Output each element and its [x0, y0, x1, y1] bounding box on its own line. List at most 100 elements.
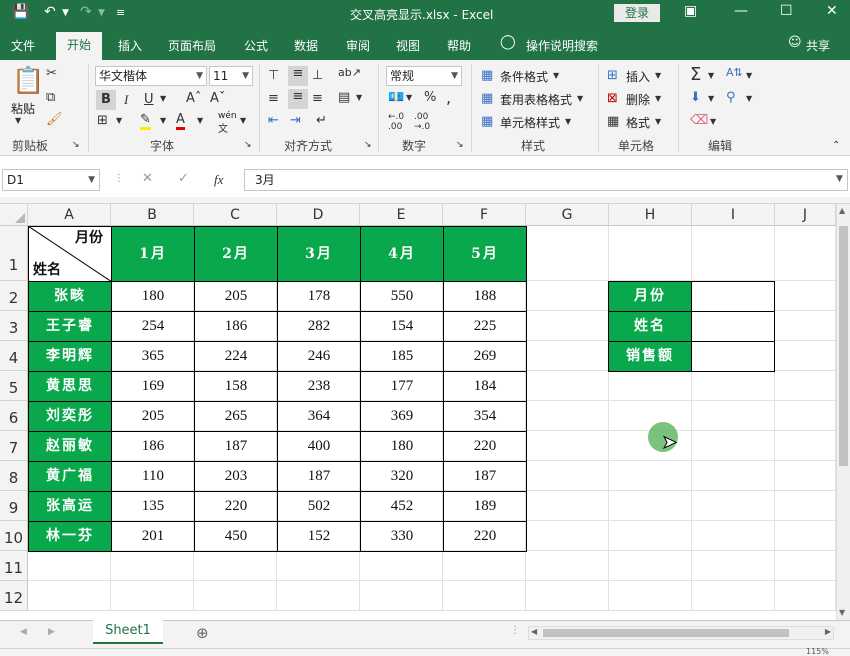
name-cell[interactable]: 赵丽敏 — [28, 431, 112, 462]
grid-cell[interactable] — [526, 491, 609, 521]
formula-input[interactable]: 3月 — [244, 169, 848, 191]
row-header-6[interactable]: 6 — [0, 401, 28, 431]
decrease-font-icon[interactable]: Aˇ — [210, 91, 225, 106]
align-right-icon[interactable]: ≡ — [312, 91, 323, 106]
table-format-button[interactable]: 套用表格格式 — [500, 91, 572, 108]
value-cell[interactable]: 246 — [277, 341, 361, 372]
customize-toolbar-icon[interactable]: ≡ — [116, 6, 125, 19]
format-dropdown-icon[interactable]: ▼ — [655, 117, 661, 126]
name-cell[interactable]: 黄广福 — [28, 461, 112, 492]
grid-cell[interactable] — [526, 341, 609, 371]
value-cell[interactable]: 365 — [111, 341, 195, 372]
grid-cell[interactable] — [609, 521, 692, 551]
close-icon[interactable]: ✕ — [826, 3, 838, 19]
grid-cell[interactable] — [775, 226, 836, 281]
conditional-format-icon[interactable]: ▦ — [481, 68, 493, 83]
insert-cells-icon[interactable]: ⊞ — [607, 68, 618, 83]
grid-cell[interactable] — [609, 371, 692, 401]
column-header-B[interactable]: B — [111, 204, 194, 226]
grid-cell[interactable] — [692, 461, 775, 491]
grid-cell[interactable] — [775, 491, 836, 521]
value-cell[interactable]: 220 — [443, 521, 527, 552]
tab-help[interactable]: 帮助 — [447, 37, 471, 54]
ribbon-display-icon[interactable]: ▣ — [684, 3, 697, 19]
format-cells-icon[interactable]: ▦ — [607, 114, 619, 129]
value-cell[interactable]: 254 — [111, 311, 195, 342]
tell-me-search[interactable]: 操作说明搜索 — [526, 37, 598, 54]
share-button[interactable]: 共享 — [806, 37, 830, 54]
value-cell[interactable]: 186 — [194, 311, 278, 342]
name-cell[interactable]: 张畡 — [28, 281, 112, 312]
expand-formula-icon[interactable]: ▼ — [836, 174, 843, 184]
grid-cell[interactable] — [526, 581, 609, 611]
grid-cell[interactable] — [360, 551, 443, 581]
autosum-dropdown-icon[interactable]: ▼ — [708, 71, 714, 80]
grid-cell[interactable] — [526, 401, 609, 431]
row-header-7[interactable]: 7 — [0, 431, 28, 461]
align-left-icon[interactable]: ≡ — [268, 91, 279, 106]
value-cell[interactable]: 201 — [111, 521, 195, 552]
orientation-icon[interactable]: ab↗ — [338, 66, 361, 79]
autosum-icon[interactable]: Σ — [690, 64, 701, 85]
redo-dropdown-icon[interactable]: ▼ — [98, 8, 105, 18]
grid-cell[interactable] — [28, 581, 111, 611]
value-cell[interactable]: 502 — [277, 491, 361, 522]
value-cell[interactable]: 203 — [194, 461, 278, 492]
font-color-icon[interactable]: A — [176, 112, 185, 130]
column-header-D[interactable]: D — [277, 204, 360, 226]
value-cell[interactable]: 225 — [443, 311, 527, 342]
grid-cell[interactable] — [194, 551, 277, 581]
grid-cell[interactable] — [526, 521, 609, 551]
underline-dropdown-icon[interactable]: ▼ — [160, 94, 166, 103]
tab-view[interactable]: 视图 — [396, 37, 420, 54]
border-dropdown-icon[interactable]: ▼ — [116, 116, 122, 125]
add-sheet-icon[interactable]: ⊕ — [196, 624, 209, 642]
wrap-text-icon[interactable]: ↵ — [316, 113, 327, 128]
month-header-2[interactable]: 2月 — [194, 226, 278, 282]
fill-dropdown-icon[interactable]: ▼ — [160, 116, 166, 125]
value-cell[interactable]: 187 — [443, 461, 527, 492]
lookup-input-2[interactable] — [691, 341, 775, 372]
table-format-dropdown-icon[interactable]: ▼ — [577, 94, 583, 103]
name-cell[interactable]: 李明辉 — [28, 341, 112, 372]
grid-cell[interactable] — [526, 551, 609, 581]
value-cell[interactable]: 364 — [277, 401, 361, 432]
grid-cell[interactable] — [775, 431, 836, 461]
grid-cell[interactable] — [526, 311, 609, 341]
value-cell[interactable]: 450 — [194, 521, 278, 552]
sort-dropdown-icon[interactable]: ▼ — [746, 71, 752, 80]
grid-cell[interactable] — [609, 226, 692, 281]
fill-down-icon[interactable]: ⬇ — [690, 90, 701, 105]
clear-icon[interactable]: ⌫ — [690, 113, 708, 128]
value-cell[interactable]: 269 — [443, 341, 527, 372]
grid-cell[interactable] — [775, 311, 836, 341]
prev-sheet-icon[interactable]: ◀ — [20, 627, 27, 637]
border-icon[interactable]: ⊞ — [97, 113, 108, 128]
format-painter-icon[interactable]: 🖌 — [46, 112, 63, 127]
align-center-icon[interactable]: ≡ — [288, 89, 308, 109]
grid-cell[interactable] — [360, 581, 443, 611]
sheet-tab-sheet1[interactable]: Sheet1 — [93, 620, 163, 644]
font-name-select[interactable]: 华文楷体 ▼ — [95, 66, 207, 86]
row-header-5[interactable]: 5 — [0, 371, 28, 401]
month-header-5[interactable]: 5月 — [443, 226, 527, 282]
grid-cell[interactable] — [775, 461, 836, 491]
worksheet-grid[interactable]: ABCDEFGHIJ 1 2 3 4 5 6 7 8 9 10 11 12 月份 姓名 1月 2月 3月 4月 5… — [0, 204, 836, 620]
paste-button[interactable]: 粘贴 — [11, 100, 35, 117]
horizontal-scrollbar[interactable]: ◀ ▶ — [528, 626, 834, 640]
increase-font-icon[interactable]: Aˆ — [186, 91, 201, 106]
format-cells-button[interactable]: 格式 — [626, 114, 650, 131]
find-select-icon[interactable]: ⚲ — [726, 90, 736, 105]
value-cell[interactable]: 184 — [443, 371, 527, 402]
copy-icon[interactable]: ⧉ — [46, 90, 55, 105]
table-format-icon[interactable]: ▦ — [481, 91, 493, 106]
column-header-C[interactable]: C — [194, 204, 277, 226]
font-launcher-icon[interactable]: ↘ — [244, 140, 252, 150]
value-cell[interactable]: 169 — [111, 371, 195, 402]
select-all-corner[interactable] — [0, 204, 28, 226]
row-header-1[interactable]: 1 — [0, 226, 28, 281]
underline-icon[interactable]: U — [144, 92, 154, 107]
grid-cell[interactable] — [526, 431, 609, 461]
grid-cell[interactable] — [526, 461, 609, 491]
value-cell[interactable]: 135 — [111, 491, 195, 522]
